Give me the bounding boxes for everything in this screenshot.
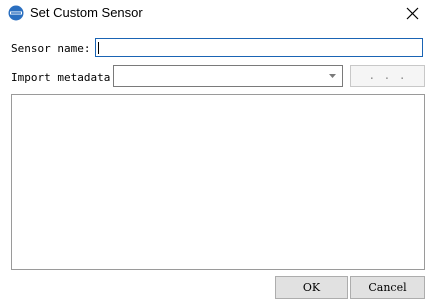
metadata-text-area[interactable] [11, 94, 425, 270]
ok-button[interactable]: OK [275, 276, 348, 299]
close-icon [406, 7, 419, 20]
close-button[interactable] [391, 0, 435, 28]
sensor-name-label: Sensor name: [11, 42, 91, 55]
window-title: Set Custom Sensor [30, 5, 143, 20]
title-bar: Set Custom Sensor [0, 0, 435, 28]
import-metadata-dropdown[interactable] [113, 65, 343, 87]
app-logo-icon [8, 5, 24, 21]
cancel-button[interactable]: Cancel [350, 276, 425, 299]
text-caret [98, 42, 99, 54]
chevron-down-icon [329, 74, 336, 78]
import-metadata-label: Import metadata: [11, 71, 117, 84]
browse-button[interactable]: . . . [350, 65, 425, 87]
sensor-name-input[interactable] [95, 38, 423, 57]
